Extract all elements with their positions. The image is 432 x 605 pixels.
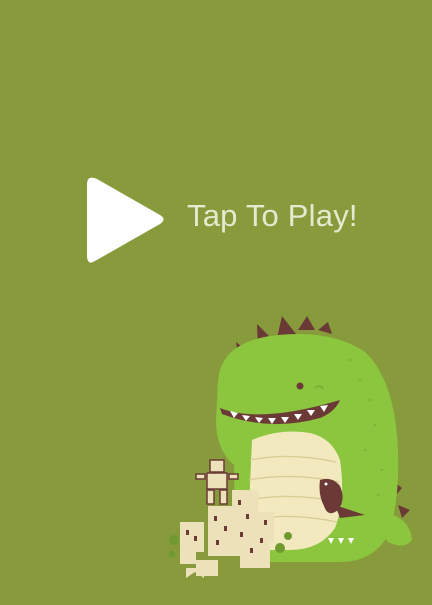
tap-to-play-button[interactable]: Tap To Play!	[82, 172, 382, 272]
play-icon[interactable]	[82, 172, 172, 270]
tap-to-play-label[interactable]: Tap To Play!	[187, 198, 358, 234]
dinosaur-city-illustration	[160, 300, 432, 605]
title-screen: Tap To Play!	[0, 0, 432, 605]
